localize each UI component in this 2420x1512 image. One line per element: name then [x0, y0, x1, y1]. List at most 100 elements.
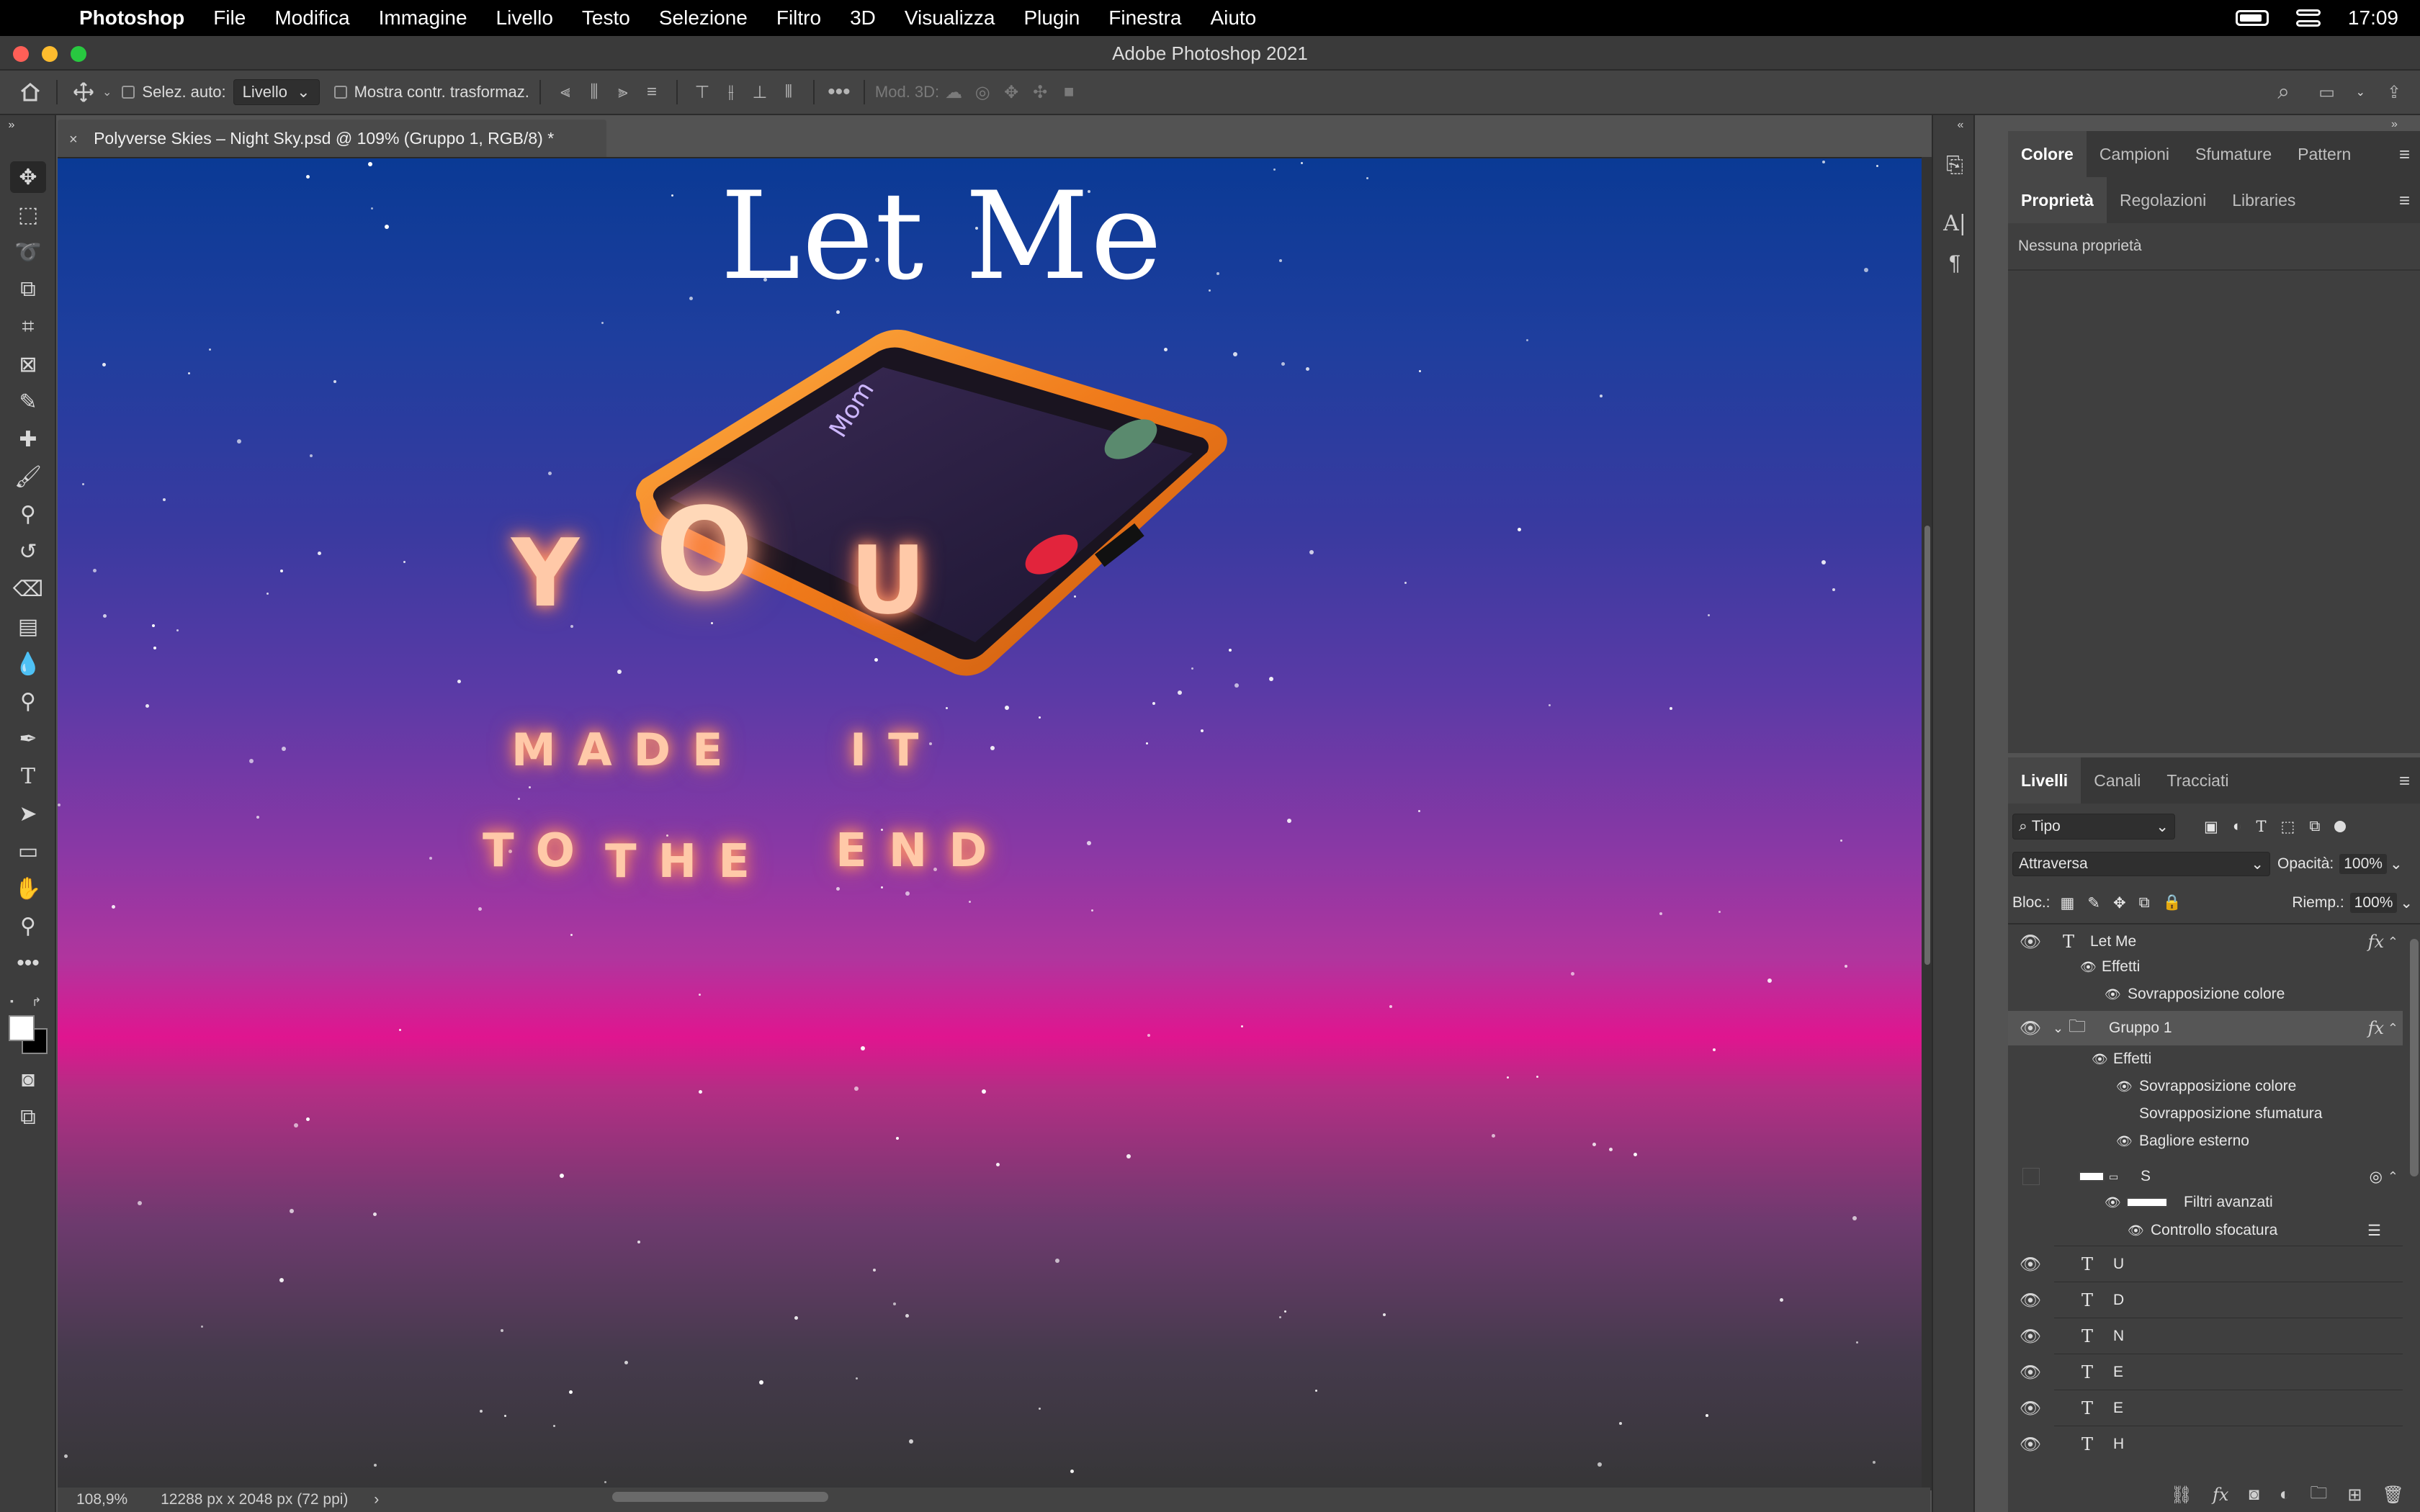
eye-icon[interactable]: 👁	[2128, 1223, 2144, 1238]
control-center-icon[interactable]	[2295, 9, 2321, 27]
marquee-tool[interactable]: ⬚	[10, 199, 46, 230]
fill-field[interactable]: 100%	[2349, 893, 2398, 913]
align-center-h-icon[interactable]: ⫼	[580, 78, 609, 107]
orbit-3d-icon[interactable]: ☁	[939, 78, 968, 107]
shape-tool[interactable]: ▭	[10, 835, 46, 867]
filter-toggle-icon[interactable]	[2334, 821, 2347, 832]
menu-photoshop[interactable]: Photoshop	[72, 6, 199, 30]
visibility-toggle-off[interactable]	[2022, 1168, 2040, 1185]
history-panel-icon[interactable]: ⎘	[1942, 151, 1968, 180]
eye-icon[interactable]: 👁	[2018, 1362, 2043, 1383]
swap-colors-icon[interactable]: ↱	[32, 995, 46, 1009]
brush-tool[interactable]: 🖌	[10, 461, 46, 492]
menubar-clock[interactable]: 17:09	[2348, 6, 2398, 30]
menu-finestra[interactable]: Finestra	[1094, 6, 1196, 30]
tab-colore[interactable]: Colore	[2008, 131, 2087, 177]
align-middle-v-icon[interactable]: ⫲	[717, 78, 745, 107]
type-tool[interactable]: T	[10, 760, 46, 792]
distribute-v-icon[interactable]: ⦀	[774, 78, 803, 107]
healing-brush-tool[interactable]: ✚	[10, 423, 46, 455]
menu-plugin[interactable]: Plugin	[1009, 6, 1094, 30]
quick-mask-icon[interactable]: ◙	[10, 1064, 46, 1096]
default-colors-icon[interactable]: ▪	[10, 995, 24, 1009]
menu-file[interactable]: File	[199, 6, 260, 30]
layer-filter-dropdown[interactable]: ⌕ Tipo ⌄	[2012, 814, 2175, 840]
menu-3d[interactable]: 3D	[835, 6, 890, 30]
panel-menu-icon[interactable]: ≡	[2399, 770, 2410, 792]
move-tool[interactable]: ✥	[10, 161, 46, 193]
align-bottom-icon[interactable]: ⊥	[745, 78, 774, 107]
tab-canali[interactable]: Canali	[2081, 757, 2154, 804]
collapse-dock-icon[interactable]: »	[2391, 118, 2398, 131]
tool-preset-chevron-icon[interactable]: ⌄	[102, 85, 112, 99]
menu-immagine[interactable]: Immagine	[364, 6, 482, 30]
menu-aiuto[interactable]: Aiuto	[1196, 6, 1270, 30]
panel-menu-icon[interactable]: ≡	[2399, 189, 2410, 212]
edit-toolbar-icon[interactable]: •••	[10, 948, 46, 979]
delete-layer-icon[interactable]: 🗑	[2383, 1485, 2404, 1506]
layer-effect-row[interactable]: 👁 Bagliore esterno	[2008, 1128, 2403, 1155]
eraser-tool[interactable]: ⌫	[10, 573, 46, 605]
history-brush-tool[interactable]: ↺	[10, 536, 46, 567]
stamp-tool[interactable]: ⚲	[10, 498, 46, 530]
pen-tool[interactable]: ✒	[10, 723, 46, 755]
gradient-tool[interactable]: ▤	[10, 611, 46, 642]
filter-options-icon[interactable]: ☰	[2367, 1222, 2381, 1240]
filter-shape-icon[interactable]: ⬚	[2281, 818, 2295, 836]
new-group-icon[interactable]: 🗀	[2310, 1480, 2327, 1510]
lock-artboard-icon[interactable]: ⧉	[2139, 894, 2150, 912]
tab-livelli[interactable]: Livelli	[2008, 757, 2081, 804]
distribute-h-icon[interactable]: ≡	[637, 78, 666, 107]
foreground-color-swatch[interactable]	[9, 1015, 35, 1041]
collapse-effects-icon[interactable]: ⌃	[2388, 1021, 2398, 1036]
add-style-fx-icon[interactable]: fx	[2213, 1485, 2228, 1505]
filter-pixel-icon[interactable]: ▣	[2204, 818, 2218, 836]
add-mask-icon[interactable]: ◙	[2249, 1485, 2259, 1505]
lock-position-icon[interactable]: ✥	[2113, 894, 2126, 912]
tab-proprieta[interactable]: Proprietà	[2008, 177, 2107, 223]
layer-row-u[interactable]: 👁 T U	[2008, 1247, 2403, 1282]
eye-icon[interactable]: 👁	[2018, 1398, 2043, 1419]
tab-pattern[interactable]: Pattern	[2285, 131, 2364, 177]
eye-icon[interactable]: 👁	[2018, 1017, 2043, 1039]
eye-icon[interactable]: 👁	[2092, 1052, 2108, 1067]
layer-row-gruppo-1[interactable]: 👁 ⌄ 🗀 Gruppo 1 fx ⌃	[2008, 1011, 2403, 1045]
layer-effects-row[interactable]: 👁 Effetti	[2008, 1045, 2403, 1073]
character-panel-icon[interactable]: A|	[1942, 209, 1968, 238]
battery-icon[interactable]	[2235, 10, 2269, 26]
align-right-icon[interactable]: ⫸	[609, 78, 637, 107]
filter-type-icon[interactable]: T	[2257, 818, 2267, 835]
smart-filter-icon[interactable]: ◎	[2370, 1168, 2383, 1186]
eye-icon[interactable]: 👁	[2018, 1326, 2043, 1347]
auto-select-checkbox[interactable]	[122, 86, 135, 99]
close-document-icon[interactable]: ×	[69, 132, 78, 148]
eye-icon[interactable]: 👁	[2018, 931, 2043, 953]
lock-transparent-icon[interactable]: ▦	[2061, 894, 2075, 912]
collapse-filters-icon[interactable]: ⌃	[2388, 1169, 2398, 1184]
new-adjustment-icon[interactable]: ◐	[2280, 1485, 2290, 1505]
collapse-effects-icon[interactable]: ⌃	[2388, 935, 2398, 950]
auto-select-dropdown[interactable]: Livello ⌄	[233, 79, 320, 105]
path-select-tool[interactable]: ➤	[10, 798, 46, 829]
layers-scroll-thumb[interactable]	[2410, 939, 2419, 1176]
tab-tracciati[interactable]: Tracciati	[2154, 757, 2241, 804]
minimize-window-button[interactable]	[42, 46, 58, 62]
slide-3d-icon[interactable]: ✣	[1026, 78, 1054, 107]
align-left-icon[interactable]: ⫷	[551, 78, 580, 107]
zoom-window-button[interactable]	[71, 46, 86, 62]
zoom-tool[interactable]: ⚲	[10, 910, 46, 942]
opacity-field[interactable]: 100%	[2339, 854, 2387, 874]
zoom-level[interactable]: 108,9%	[76, 1491, 127, 1508]
layer-row-e[interactable]: 👁 T E	[2008, 1355, 2403, 1390]
tab-sfumature[interactable]: Sfumature	[2182, 131, 2285, 177]
crop-tool[interactable]: ⌗	[10, 311, 46, 343]
show-transform-checkbox[interactable]	[333, 86, 347, 99]
layer-row-n[interactable]: 👁 T N	[2008, 1319, 2403, 1354]
eye-icon[interactable]: 👁	[2018, 1290, 2043, 1311]
expand-panels-icon[interactable]: «	[1953, 118, 1968, 132]
eye-icon[interactable]: 👁	[2116, 1134, 2133, 1149]
menu-visualizza[interactable]: Visualizza	[890, 6, 1010, 30]
more-options-icon[interactable]: •••	[825, 78, 853, 107]
image-canvas[interactable]: Let Me Mom Y O U MADE IT TO THE END	[58, 158, 1922, 1490]
move-tool-icon[interactable]	[68, 76, 99, 108]
